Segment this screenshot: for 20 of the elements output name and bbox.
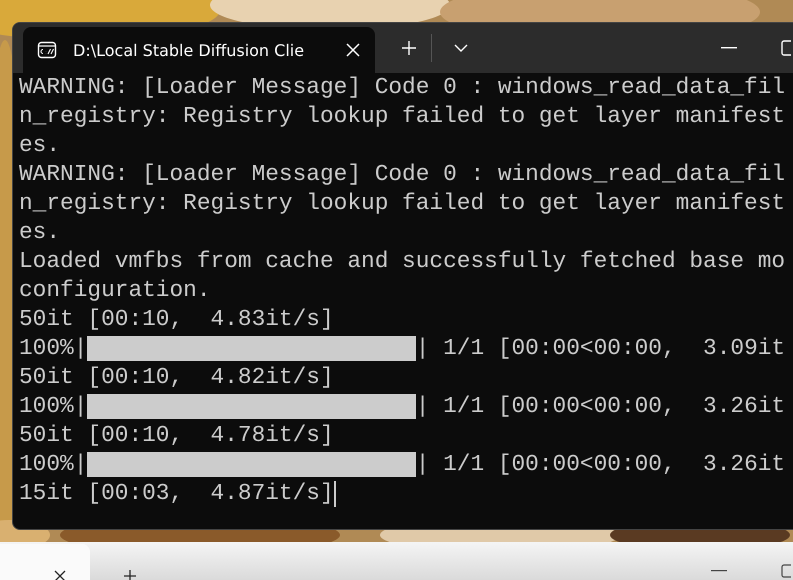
progress-stats: | 1/1 [00:00<00:00, 3.09it bbox=[416, 334, 786, 363]
progress-stats: | 1/1 [00:00<00:00, 3.26it bbox=[416, 450, 786, 479]
progress-percent: 100%| bbox=[19, 334, 88, 363]
console-line: n_registry: Registry lookup failed to get layer manifest bbox=[19, 102, 786, 131]
console-line: es. bbox=[19, 131, 60, 160]
progress-percent: 100%| bbox=[19, 392, 88, 421]
console-line: WARNING: [Loader Message] Code 0 : windows_read_data_fil bbox=[19, 73, 786, 102]
console-line: n_registry: Registry lookup failed to get layer manifest bbox=[19, 189, 786, 218]
tab-title: D:\Local Stable Diffusion Clie bbox=[73, 40, 306, 60]
console-line: configuration. bbox=[19, 276, 211, 305]
console-line: 50it [00:10, 4.78it/s] bbox=[19, 421, 334, 450]
console-line: WARNING: [Loader Message] Code 0 : windows_read_data_fil bbox=[19, 160, 786, 189]
progress-percent: 100%| bbox=[19, 450, 88, 479]
console-line: 50it [00:10, 4.82it/s] bbox=[19, 363, 334, 392]
progress-stats: | 1/1 [00:00<00:00, 3.26it bbox=[416, 392, 786, 421]
terminal-tab[interactable]: D:\Local Stable Diffusion Clie bbox=[23, 27, 375, 73]
console-line: 15it [00:03, 4.87it/s] bbox=[19, 479, 334, 508]
console-line: 50it [00:10, 4.83it/s] bbox=[19, 305, 334, 334]
console-line: Loaded vmfbs from cache and successfully fetched base mo bbox=[19, 247, 786, 276]
console-line: es. bbox=[19, 218, 60, 247]
